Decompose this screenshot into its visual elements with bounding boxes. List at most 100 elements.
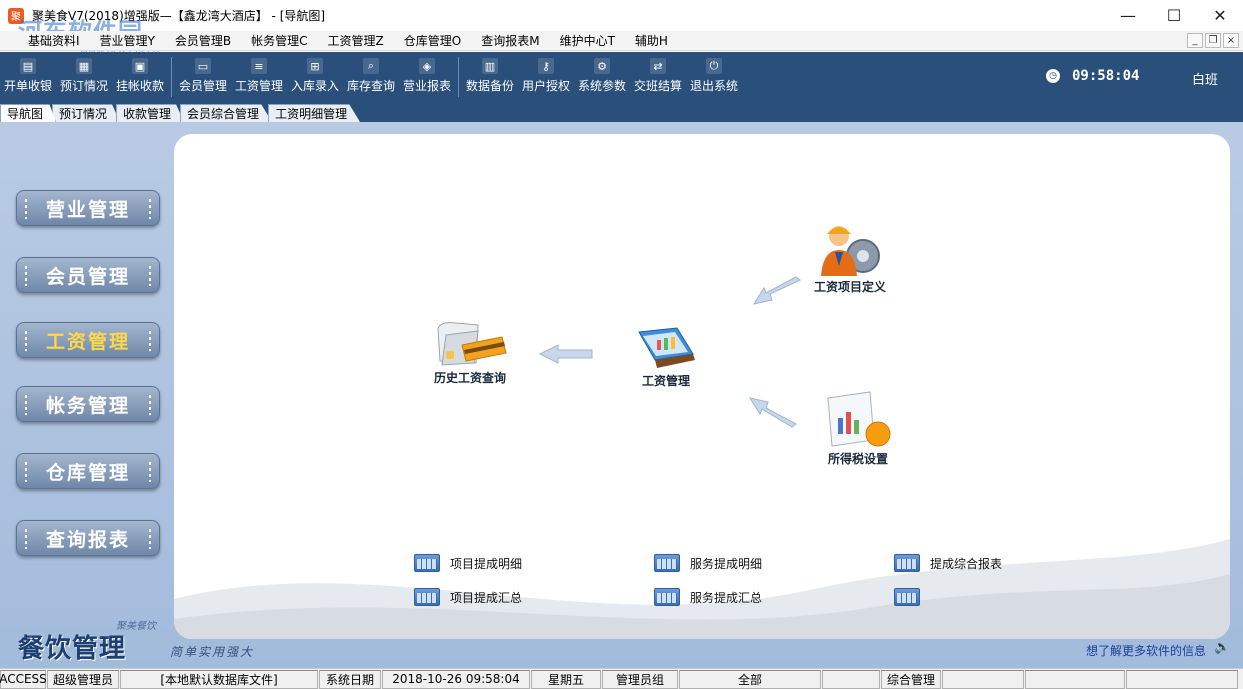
report-label: 服务提成汇总 (690, 590, 763, 605)
arrow-to-history-query (538, 344, 593, 364)
menu-warehouse[interactable]: 仓库管理O (394, 32, 471, 49)
tool-label: 挂帐收款 (115, 79, 164, 93)
node-label: 工资管理 (641, 374, 690, 388)
tool-label: 会员管理 (178, 79, 227, 93)
title-bar: 聚 聚美食V7(2018)增强版—【鑫龙湾大酒店】 - [导航图] — ☐ ✕ (0, 0, 1243, 31)
sidebar-accounts-mgmt[interactable]: 帐务管理 (16, 386, 160, 422)
exit-icon: ⏻ (706, 58, 722, 74)
tool-label: 数据备份 (465, 79, 514, 93)
sidebar-warehouse-mgmt[interactable]: 仓库管理 (16, 453, 160, 489)
tool-label: 系统参数 (577, 79, 626, 93)
tab-navigation[interactable]: 导航图 (0, 104, 57, 122)
magnifier-icon: ⌕ (363, 58, 379, 74)
menu-basic-data[interactable]: 基础资料I (0, 32, 90, 49)
mdi-close-button[interactable]: × (1223, 33, 1239, 48)
report-item-commission-detail[interactable]: 项目提成明细 (414, 554, 522, 572)
sidebar-member-mgmt[interactable]: 会员管理 (16, 257, 160, 293)
arrow-from-income-tax (748, 397, 797, 428)
member-card-icon: ▭ (195, 58, 211, 74)
menu-member[interactable]: 会员管理B (165, 32, 241, 49)
status-datetime: 2018-10-26 09:58:04 (382, 669, 530, 689)
tool-salary-mgmt[interactable]: ≡ 工资管理 (231, 52, 287, 102)
status-date-label: 系统日期 (319, 669, 381, 689)
tax-chart-icon (827, 391, 891, 447)
tool-credit-payment[interactable]: ▣ 挂帐收款 (112, 52, 168, 102)
tool-label: 预订情况 (59, 79, 108, 93)
sidebar-query-reports[interactable]: 查询报表 (16, 520, 160, 556)
tool-label: 库存查询 (346, 79, 395, 93)
more-info-link[interactable]: 想了解更多软件的信息 (1086, 642, 1206, 659)
tool-exit-system[interactable]: ⏻ 退出系统 (686, 52, 742, 102)
status-database: [本地默认数据库文件] (120, 669, 318, 689)
report-service-commission-total[interactable]: 服务提成汇总 (654, 588, 762, 606)
sidebar-salary-mgmt[interactable]: 工资管理 (16, 322, 160, 358)
node-salary-mgmt[interactable]: 工资管理 (633, 326, 699, 389)
tool-stock-query[interactable]: ⌕ 库存查询 (343, 52, 399, 102)
status-user: 超级管理员 (47, 669, 119, 689)
clock-icon: ◷ (1046, 69, 1060, 83)
menu-accounts[interactable]: 帐务管理C (241, 32, 317, 49)
tool-open-checkout[interactable]: ▤ 开单收银 (0, 52, 56, 102)
tool-reservations[interactable]: ▦ 预订情况 (56, 52, 112, 102)
tool-data-backup[interactable]: ▥ 数据备份 (462, 52, 518, 102)
window-title: 聚美食V7(2018)增强版—【鑫龙湾大酒店】 - [导航图] (32, 9, 326, 23)
tool-system-params[interactable]: ⚙ 系统参数 (574, 52, 630, 102)
tool-label: 工资管理 (234, 79, 283, 93)
status-module: 综合管理 (881, 669, 941, 689)
menu-help[interactable]: 辅助H (625, 32, 678, 49)
tab-payment-mgmt[interactable]: 收款管理 (116, 104, 185, 122)
sidebar-business-mgmt[interactable]: 营业管理 (16, 190, 160, 226)
table-icon (414, 554, 440, 572)
status-empty-4 (1126, 669, 1238, 689)
tool-business-report[interactable]: ◈ 营业报表 (399, 52, 455, 102)
tool-label: 营业报表 (402, 79, 451, 93)
node-salary-item-def[interactable]: 工资项目定义 (813, 222, 887, 295)
tool-shift-settle[interactable]: ⇄ 交班结算 (630, 52, 686, 102)
backup-icon: ▥ (482, 58, 498, 74)
tool-label: 用户授权 (521, 79, 570, 93)
wallet-card-icon (437, 322, 507, 366)
menu-reports[interactable]: 查询报表M (471, 32, 549, 49)
clock: ◷ 09:58:04 (1046, 68, 1139, 84)
worker-gear-icon (821, 226, 880, 276)
speaker-icon[interactable]: 🔈 (1214, 640, 1230, 656)
mdi-controls: _ ❐ × (1187, 33, 1239, 48)
shift-icon: ⇄ (650, 58, 666, 74)
table-icon (894, 554, 920, 572)
node-history-query[interactable]: 历史工资查询 (432, 319, 508, 386)
menu-salary[interactable]: 工资管理Z (318, 32, 394, 49)
report-icon: ◈ (419, 58, 435, 74)
table-icon (654, 588, 680, 606)
status-empty-2 (942, 669, 1024, 689)
receipt-icon: ▤ (20, 58, 36, 74)
mdi-minimize-button[interactable]: _ (1187, 33, 1203, 48)
report-commission-summary-report[interactable]: 提成综合报表 (894, 554, 1002, 572)
app-icon[interactable]: 聚 (8, 7, 24, 24)
menu-business[interactable]: 营业管理Y (90, 32, 165, 49)
maximize-button[interactable]: ☐ (1151, 0, 1197, 31)
menu-maintenance[interactable]: 维护中心T (550, 32, 625, 49)
tab-salary-detail[interactable]: 工资明细管理 (268, 104, 361, 122)
tab-bar: 导航图 预订情况 收款管理 会员综合管理 工资明细管理 (0, 102, 1243, 122)
close-button[interactable]: ✕ (1197, 0, 1243, 31)
tool-stock-entry[interactable]: ⊞ 入库录入 (287, 52, 343, 102)
card-icon: ▣ (132, 58, 148, 74)
report-service-commission-detail[interactable]: 服务提成明细 (654, 554, 762, 572)
status-weekday: 星期五 (531, 669, 601, 689)
status-bar: ACCESS 超级管理员 [本地默认数据库文件] 系统日期 2018-10-26… (0, 668, 1243, 689)
tool-label: 退出系统 (689, 79, 738, 93)
mdi-restore-button[interactable]: ❐ (1205, 33, 1221, 48)
tab-member-overview[interactable]: 会员综合管理 (180, 104, 273, 122)
calendar-icon: ▦ (76, 58, 92, 74)
report-unnamed[interactable] (894, 588, 930, 606)
status-empty-3 (1025, 669, 1125, 689)
report-item-commission-total[interactable]: 项目提成汇总 (414, 588, 522, 606)
tool-user-auth[interactable]: ⚷ 用户授权 (518, 52, 574, 102)
node-income-tax[interactable]: 所得税设置 (822, 390, 894, 467)
tab-reservations[interactable]: 预订情况 (52, 104, 121, 122)
tool-member-mgmt[interactable]: ▭ 会员管理 (175, 52, 231, 102)
status-db-type: ACCESS (0, 669, 47, 689)
status-group: 管理员组 (602, 669, 678, 689)
toolbar-separator (458, 57, 459, 97)
minimize-button[interactable]: — (1105, 0, 1151, 31)
